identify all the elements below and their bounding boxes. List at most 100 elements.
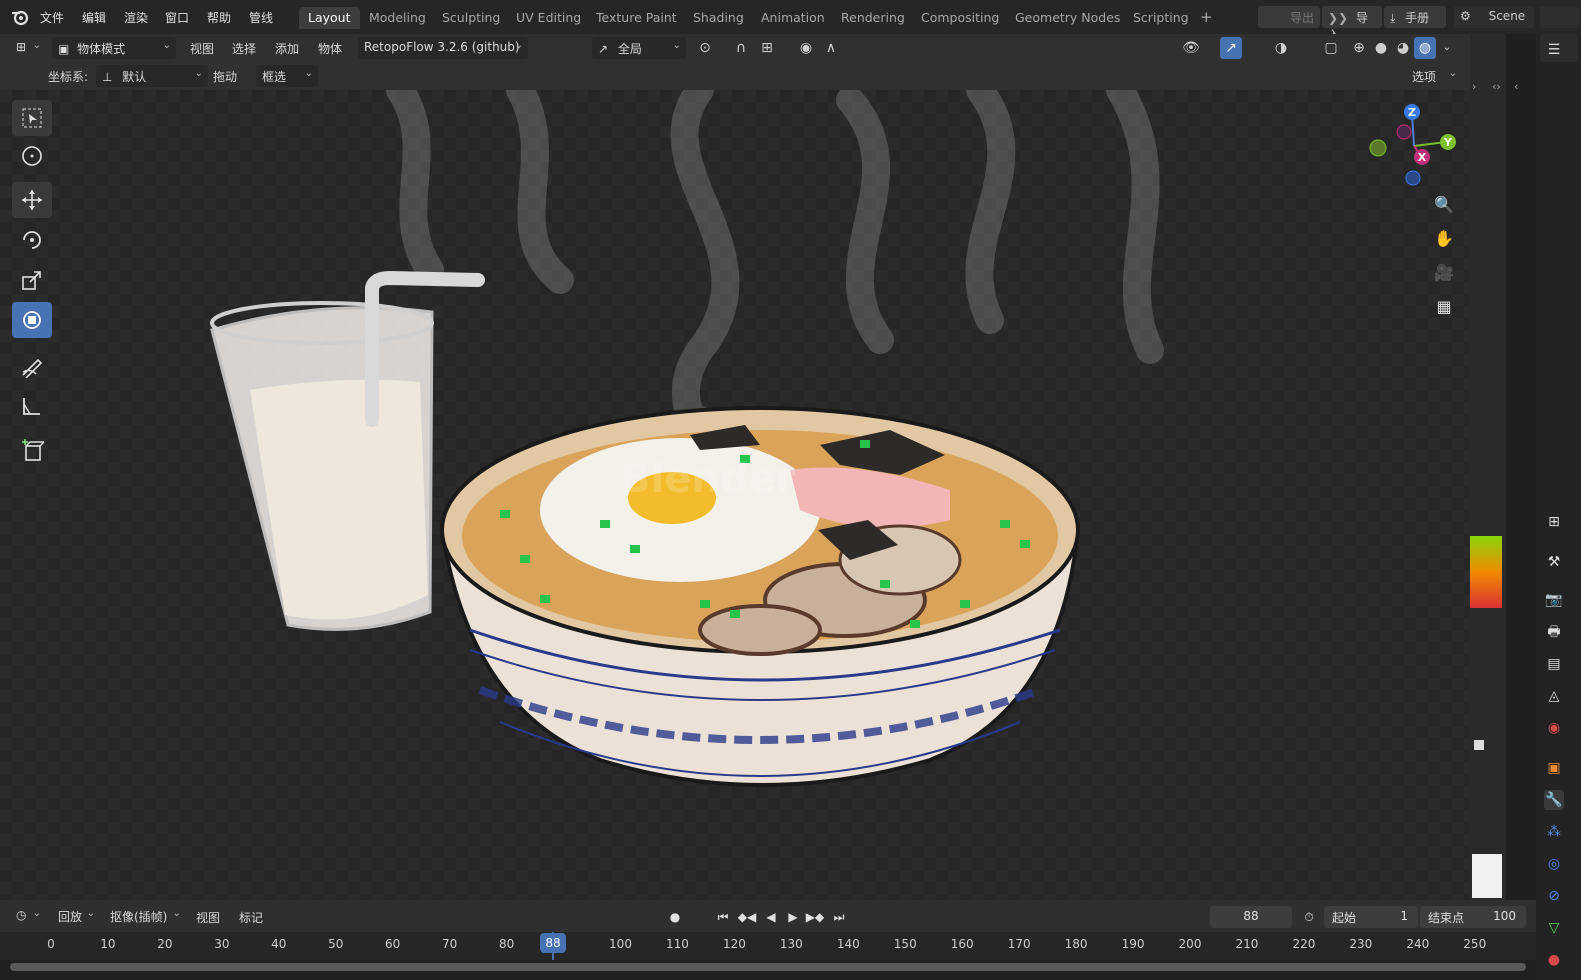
zoom-icon[interactable]: 🔍 (1431, 192, 1457, 218)
tab-geometry-nodes[interactable]: Geometry Nodes (1006, 7, 1129, 29)
timeline-scrollbar[interactable] (10, 963, 1526, 971)
view-layer-icon[interactable]: ▤ (1544, 654, 1564, 674)
pivot-icon[interactable]: ⊙ (694, 37, 716, 59)
menu-file[interactable]: 文件 (40, 9, 64, 26)
start-frame-field[interactable]: 起始 1 (1324, 906, 1418, 928)
end-frame-field[interactable]: 结束点 100 (1420, 906, 1526, 928)
select-box-tool[interactable] (12, 100, 52, 136)
tab-animation[interactable]: Animation (752, 7, 834, 29)
xray-icon[interactable]: ▢ (1320, 37, 1342, 59)
scene-selector[interactable]: ⚙ Scene (1454, 6, 1534, 28)
expand-left-chevron-icon[interactable]: › (1472, 80, 1476, 93)
split-arrows-icon[interactable]: ‹› (1492, 80, 1501, 93)
stopwatch-icon[interactable]: ⏱ (1298, 906, 1320, 928)
select-mode-dropdown[interactable]: 框选 ⌄ (256, 65, 318, 87)
transform-orientation-dropdown[interactable]: ↗ 全局 ⌄ (592, 37, 686, 59)
overlay-icon[interactable]: ◑ (1270, 37, 1292, 59)
gizmo-neg-y-axis[interactable] (1369, 139, 1387, 157)
3d-viewport[interactable]: Blender Z Y X 🔍 ✋ 🎥 ▦ (0, 90, 1470, 900)
menu-help[interactable]: 帮助 (207, 9, 231, 26)
material-shading-icon[interactable]: ◕ (1392, 37, 1414, 59)
menu-window[interactable]: 窗口 (165, 9, 189, 26)
tab-sculpting[interactable]: Sculpting (433, 7, 509, 29)
coord-system-dropdown[interactable]: ⊥ 默认 ⌄ (96, 65, 208, 87)
navigation-gizmo[interactable]: Z Y X (1362, 100, 1458, 190)
tab-modeling[interactable]: Modeling (360, 7, 435, 29)
mode-dropdown[interactable]: ▣ 物体模式 ⌄ (52, 37, 176, 59)
scale-tool[interactable] (12, 262, 52, 298)
visibility-eye-icon[interactable]: 👁 (1180, 37, 1202, 59)
perspective-grid-icon[interactable]: ▦ (1431, 294, 1457, 320)
tab-rendering[interactable]: Rendering (832, 7, 914, 29)
outliner-icon[interactable]: ☰ (1544, 40, 1564, 60)
data-properties-icon[interactable]: ▽ (1544, 918, 1564, 938)
render-properties-icon[interactable]: 📷 (1544, 590, 1564, 610)
cursor-tool[interactable] (12, 138, 52, 174)
add-cube-tool[interactable] (12, 432, 52, 468)
menu-object[interactable]: 物体 (318, 40, 342, 57)
move-tool[interactable] (12, 182, 52, 218)
proportional-edit-icon[interactable]: ◉ (795, 37, 817, 59)
view-layer-selector[interactable] (1540, 6, 1580, 28)
jump-end-icon[interactable]: ⏭ (828, 906, 850, 928)
menu-select[interactable]: 选择 (232, 40, 256, 57)
import-button[interactable]: ❯❯ 导入 (1322, 6, 1382, 42)
modifier-wrench-icon[interactable]: 🔧 (1544, 790, 1564, 810)
collapse-chevron-icon[interactable]: ‹ (1514, 80, 1518, 93)
play-icon[interactable]: ▶ (782, 906, 804, 928)
timeline-marker-menu[interactable]: 标记 (239, 909, 263, 926)
constraints-icon[interactable]: ⊘ (1544, 886, 1564, 906)
gizmo-neg-z-axis[interactable] (1405, 170, 1421, 186)
timeline-editor-type[interactable]: ◷ ⌄ (10, 905, 46, 927)
physics-icon[interactable]: ◎ (1544, 854, 1564, 874)
gizmo-toggle-icon[interactable]: ↗ (1220, 37, 1242, 59)
tab-texture-paint[interactable]: Texture Paint (587, 7, 686, 29)
editor-type-dropdown[interactable]: ⊞ ⌄ (10, 37, 46, 59)
blender-logo-icon[interactable] (10, 8, 30, 26)
menu-pipeline[interactable]: 管线 (249, 9, 273, 26)
shading-options-chevron-icon[interactable]: ⌄ (1436, 37, 1458, 59)
snap-target-icon[interactable]: ⊞ (756, 37, 778, 59)
gizmo-neg-x-axis[interactable] (1396, 124, 1412, 140)
measure-tool[interactable] (12, 388, 52, 424)
world-properties-icon[interactable]: ◉ (1544, 718, 1564, 738)
tools-icon[interactable]: ⚒ (1544, 552, 1564, 572)
record-icon[interactable]: ● (664, 906, 686, 928)
annotate-tool[interactable] (12, 348, 52, 384)
timeline-view-menu[interactable]: 视图 (196, 909, 220, 926)
play-reverse-icon[interactable]: ◀ (760, 906, 782, 928)
material-icon[interactable]: ● (1544, 950, 1564, 970)
object-properties-icon[interactable]: ▣ (1544, 758, 1564, 778)
options-dropdown[interactable]: 选项 ⌄ (1406, 65, 1462, 87)
menu-add[interactable]: 添加 (275, 40, 299, 57)
menu-edit[interactable]: 编辑 (82, 9, 106, 26)
rotate-tool[interactable] (12, 222, 52, 258)
particles-icon[interactable]: ⁂ (1544, 822, 1564, 842)
menu-view[interactable]: 视图 (190, 40, 214, 57)
tab-uv-editing[interactable]: UV Editing (507, 7, 590, 29)
export-button[interactable]: 导出 (1258, 6, 1320, 28)
tab-scripting[interactable]: Scripting (1124, 7, 1198, 29)
meter-toggle[interactable] (1474, 740, 1484, 750)
camera-view-icon[interactable]: 🎥 (1431, 260, 1457, 286)
tab-shading[interactable]: Shading (684, 7, 753, 29)
add-workspace-button[interactable]: + (1200, 8, 1213, 26)
tab-layout[interactable]: Layout (299, 7, 360, 29)
tab-compositing[interactable]: Compositing (912, 7, 1008, 29)
snap-magnet-icon[interactable]: ∩ (730, 37, 752, 59)
next-keyframe-icon[interactable]: ▶◆ (804, 906, 826, 928)
transform-tool[interactable] (12, 302, 52, 338)
retopoflow-dropdown[interactable]: RetopoFlow 3.2.6 (github) ⌄ (358, 37, 528, 59)
menu-render[interactable]: 渲染 (124, 9, 148, 26)
wireframe-shading-icon[interactable]: ⊕ (1348, 37, 1370, 59)
falloff-icon[interactable]: ∧ (820, 37, 842, 59)
solid-shading-icon[interactable]: ● (1370, 37, 1392, 59)
pan-hand-icon[interactable]: ✋ (1431, 226, 1457, 252)
playhead-frame-badge[interactable]: 88 (540, 933, 566, 953)
tool-settings-icon[interactable]: ⊞ (1544, 512, 1564, 532)
rendered-shading-icon[interactable]: ◍ (1414, 37, 1436, 59)
keying-dropdown[interactable]: 抠像(插帧) ⌄ (104, 905, 186, 927)
current-frame-field[interactable]: 88 (1210, 906, 1292, 928)
manual-button[interactable]: ⤓ 手册 (1384, 6, 1446, 28)
jump-start-icon[interactable]: ⏮ (712, 906, 734, 928)
